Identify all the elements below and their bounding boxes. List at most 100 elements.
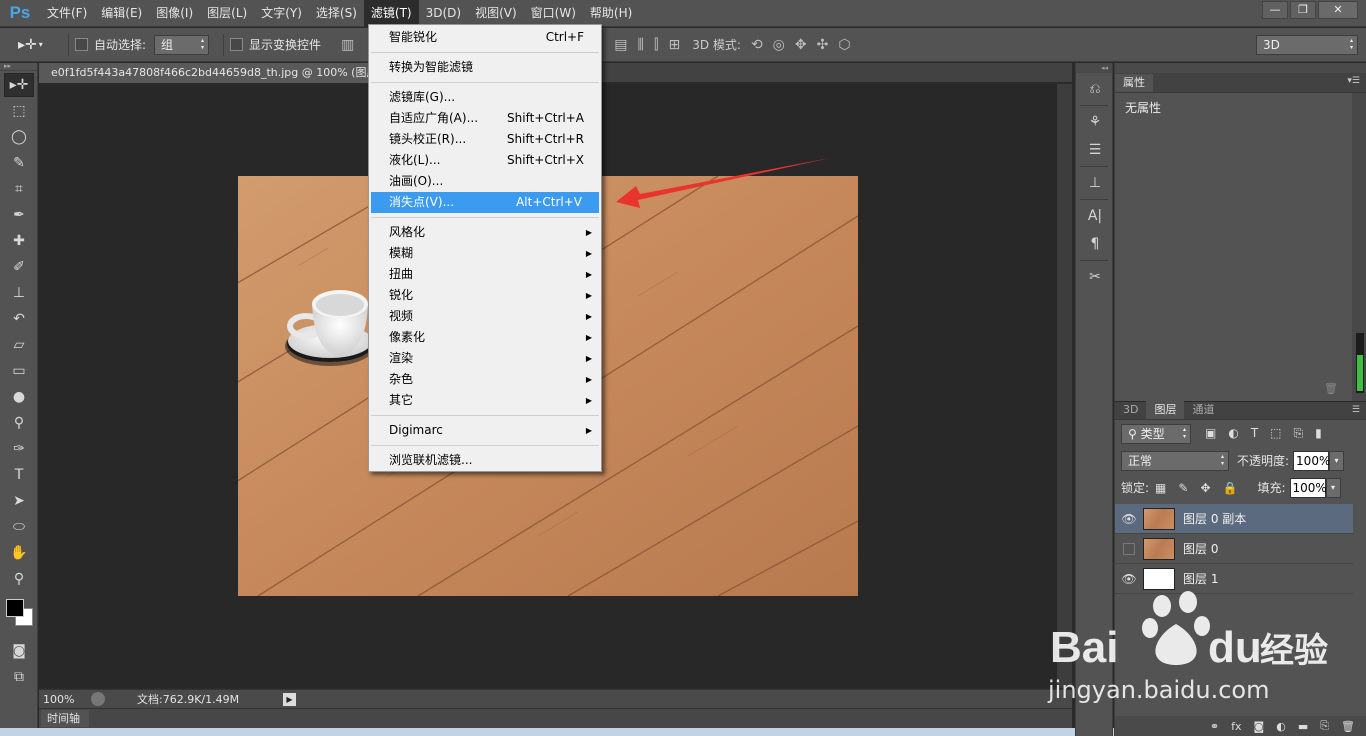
history-brush-tool-icon[interactable]: ↶ [4,307,34,331]
lock-position-icon[interactable]: ✥ [1200,481,1210,495]
filter-menu-item[interactable]: 油画(O)... [369,171,601,192]
lock-pixels-icon[interactable]: ✎ [1178,481,1188,495]
history-panel-icon[interactable]: ⎌ [1081,77,1109,101]
filter-menu-item[interactable]: 其它 ▶ [369,390,601,411]
visibility-eye-icon[interactable]: 👁 [1115,572,1143,586]
crop-tool-icon[interactable]: ⌗ [4,177,34,201]
lock-transparent-icon[interactable]: ▦ [1155,481,1166,495]
show-transform-checkbox[interactable] [230,38,244,51]
filter-menu-item[interactable]: 消失点(V)... Alt+Ctrl+V [371,192,599,213]
zoom-level[interactable]: 100% [39,693,85,706]
filter-menu-item[interactable]: 锐化 ▶ [369,285,601,306]
paragraph-panel-icon[interactable]: ¶ [1081,232,1109,256]
path-select-tool-icon[interactable]: ➤ [4,489,34,513]
menu-1[interactable]: 编辑(E) [94,0,149,27]
tab-2[interactable]: 通道 [1184,401,1222,419]
close-button[interactable]: ✕ [1318,1,1358,19]
slide-3d-icon[interactable]: ✣ [817,37,829,53]
filter-menu-item[interactable]: Digimarc ▶ [369,420,601,441]
align-top-icon[interactable]: ▥ [341,37,354,53]
menu-7[interactable]: 3D(D) [419,0,468,27]
pen-tool-icon[interactable]: ✑ [4,437,34,461]
distribute-h-icon[interactable]: ⫿ [654,37,658,53]
filter-type-icon[interactable]: T [1251,426,1258,441]
ellipse-tool-icon[interactable]: ⬭ [4,515,34,539]
panel-menu-icon[interactable]: ☰ [1352,405,1360,415]
tab-1[interactable]: 图层 [1146,401,1185,419]
filter-menu-item[interactable]: 视频 ▶ [369,306,601,327]
blur-tool-icon[interactable]: ● [4,385,34,409]
auto-select-checkbox[interactable] [75,38,88,51]
marquee-tool-icon[interactable]: ⬚ [4,99,34,123]
filter-toggle-icon[interactable]: ▮ [1315,426,1322,441]
menu-5[interactable]: 选择(S) [309,0,364,27]
adjustment-layer-icon[interactable]: ◐ [1276,720,1286,733]
brush-presets-icon[interactable]: ☰ [1081,138,1109,162]
layer-row[interactable]: 图层 0 [1115,534,1353,564]
status-icon[interactable] [91,692,105,706]
new-layer-icon[interactable]: ⎘ [1320,719,1329,733]
layer-filter-dropdown[interactable]: ⚲ 类型 [1121,423,1191,444]
new-group-icon[interactable]: ▬ [1298,720,1308,733]
move-tool-preset-icon[interactable]: ▸✛ ▾ [18,32,62,58]
rotate-3d-icon[interactable]: ⟲ [751,37,763,53]
delete-layer-icon[interactable]: 🗑 [1341,720,1355,733]
menu-3[interactable]: 图层(L) [200,0,254,27]
color-swatches[interactable] [4,597,34,633]
roll-3d-icon[interactable]: ◎ [773,37,785,53]
clone-stamp-tool-icon[interactable]: ⊥ [4,281,34,305]
menu-6[interactable]: 滤镜(T) [363,0,419,27]
opacity-dropdown-icon[interactable]: ▾ [1329,450,1345,471]
foreground-color-swatch[interactable] [6,599,24,617]
filter-smart-object-icon[interactable]: ⎘ [1294,426,1304,441]
filter-menu-item[interactable]: 浏览联机滤镜... [369,450,601,471]
layer-row[interactable]: 👁 图层 0 副本 [1115,504,1353,534]
minimize-button[interactable]: — [1262,1,1288,19]
fill-input[interactable]: 100% [1289,477,1327,498]
filter-menu-item[interactable]: 滤镜库(G)... [369,87,601,108]
eyedropper-tool-icon[interactable]: ✒ [4,203,34,227]
character-panel-icon[interactable]: A| [1081,204,1109,228]
document-tab[interactable]: e0f1fd5f443a47808f466c2bd44659d8_th.jpg … [39,63,369,83]
filter-menu-item[interactable]: 模糊 ▶ [369,243,601,264]
scale-3d-icon[interactable]: ⬡ [838,37,850,53]
type-tool-icon[interactable]: T [4,463,34,487]
visibility-eye-icon[interactable]: 👁 [1115,512,1143,526]
zoom-tool-icon[interactable]: ⚲ [4,567,34,591]
lock-all-icon[interactable]: 🔒 [1223,481,1238,495]
fill-dropdown-icon[interactable]: ▾ [1325,477,1341,498]
timeline-tab[interactable]: 时间轴 [41,710,89,727]
tab-properties[interactable]: 属性 [1115,74,1153,92]
filter-menu-item[interactable]: 杂色 ▶ [369,369,601,390]
quick-mask-icon[interactable]: ◙ [4,639,34,663]
eraser-tool-icon[interactable]: ▱ [4,333,34,357]
lasso-tool-icon[interactable]: ◯ [4,125,34,149]
menu-9[interactable]: 窗口(W) [524,0,583,27]
filter-menu-item[interactable]: 自适应广角(A)... Shift+Ctrl+A [369,108,601,129]
filter-menu-item[interactable]: 风格化 ▶ [369,222,601,243]
panel-grip[interactable] [1115,63,1366,73]
menu-4[interactable]: 文字(Y) [254,0,309,27]
drag-3d-icon[interactable]: ✥ [795,37,807,53]
auto-select-dropdown[interactable]: 组 [154,34,210,55]
menu-2[interactable]: 图像(I) [149,0,200,27]
add-mask-icon[interactable]: ◙ [1254,720,1265,733]
trash-icon[interactable]: 🗑 [1324,382,1338,395]
workspace-dropdown[interactable]: 3D [1256,35,1358,55]
filter-menu-item[interactable]: 镜头校正(R)... Shift+Ctrl+R [369,129,601,150]
dodge-tool-icon[interactable]: ⚲ [4,411,34,435]
hand-tool-icon[interactable]: ✋ [4,541,34,565]
filter-menu-item[interactable]: 智能锐化 Ctrl+F [369,27,601,48]
clone-source-icon[interactable]: ⊥ [1081,171,1109,195]
align-vcenter-icon[interactable]: ▤ [614,37,627,53]
status-menu-arrow-icon[interactable]: ▶ [283,693,296,706]
link-layers-icon[interactable]: ⚭ [1210,720,1219,733]
filter-menu-item[interactable]: 转换为智能滤镜 [369,57,601,78]
filter-menu-item[interactable]: 像素化 ▶ [369,327,601,348]
filter-pixel-icon[interactable]: ▣ [1205,426,1216,441]
tab-0[interactable]: 3D [1115,401,1146,419]
restore-button[interactable]: ❐ [1290,1,1316,19]
filter-menu-item[interactable]: 渲染 ▶ [369,348,601,369]
brush-tool-icon[interactable]: ✐ [4,255,34,279]
panel-grip[interactable]: ▸▸ [0,63,37,71]
